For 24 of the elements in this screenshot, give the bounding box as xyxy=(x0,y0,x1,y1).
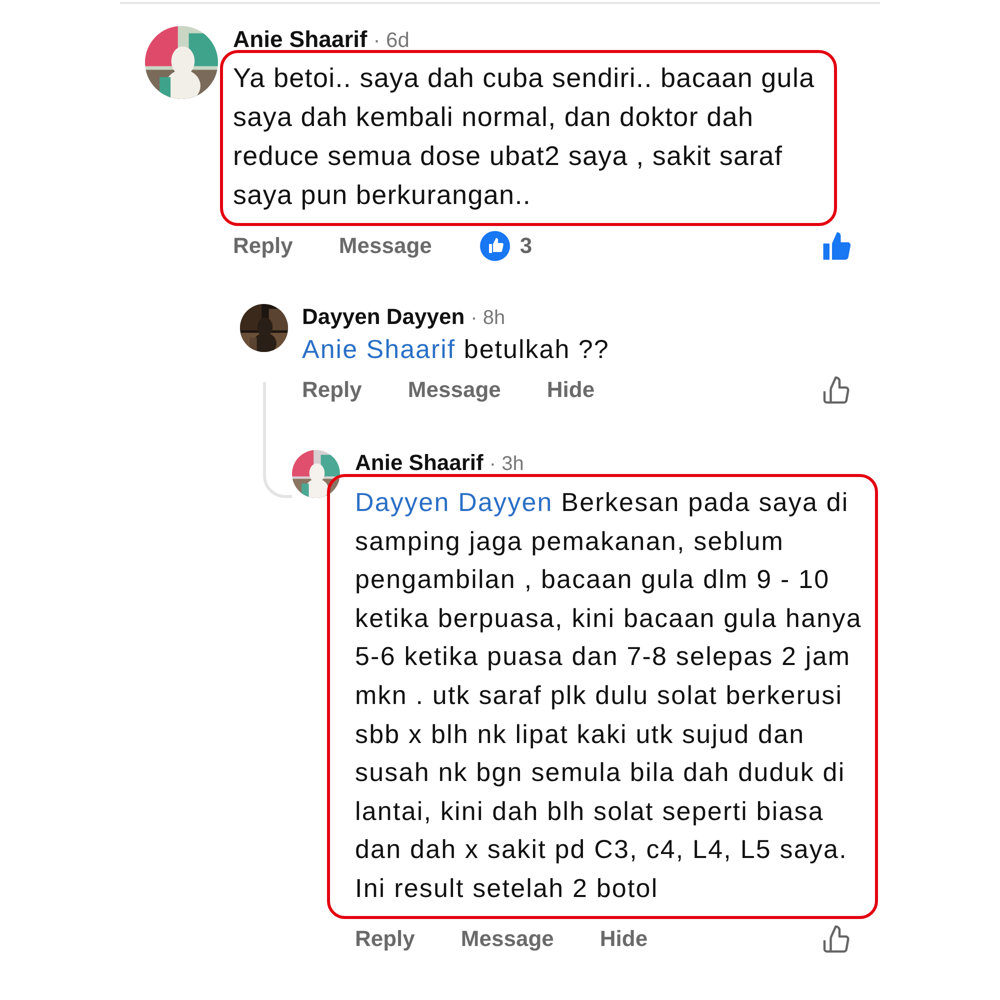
author-name[interactable]: Anie Shaarif xyxy=(355,450,484,476)
like-button[interactable] xyxy=(822,924,852,954)
comment-text: Anie Shaarif betulkah ?? xyxy=(302,334,610,364)
comment-time: · 6d xyxy=(373,29,410,53)
reaction-count: 3 xyxy=(520,233,532,259)
comment-time: · 8h xyxy=(470,307,506,330)
comment-time: · 3h xyxy=(489,453,524,476)
mention-link[interactable]: Dayyen Dayyen xyxy=(355,487,553,517)
reply-link[interactable]: Reply xyxy=(233,233,293,259)
message-link[interactable]: Message xyxy=(408,377,501,403)
mention-link[interactable]: Anie Shaarif xyxy=(302,334,456,364)
author-name[interactable]: Dayyen Dayyen xyxy=(302,304,465,330)
comment-text: Ya betoi.. saya dah cuba sendiri.. bacaan gula saya dah kembali normal, dan doktor dah reduce semua dose ubat2 saya , sakit saraf saya pun berkurangan.. xyxy=(233,63,815,210)
message-link[interactable]: Message xyxy=(338,233,432,259)
hide-link[interactable]: Hide xyxy=(546,377,595,403)
like-button[interactable] xyxy=(822,231,852,261)
author-name[interactable]: Anie Shaarif xyxy=(233,26,368,53)
comment-text: Dayyen Dayyen Berkesan pada saya di samping jaga pemakanan, seblum pengambilan , bacaan gula dlm 9 - 10 ketika berpuasa, kini bacaan gula hanya 5-6 ketika puasa dan 7-8 selepas 2 jam mkn . utk saraf plk dulu solat berkerusi sbb x blh nk lipat kaki utk sujud dan susah nk bgn semula bila dah duduk di lantai, kini dah blh solat seperti biasa dan dah x sakit pd C3, c4, L4, L5 saya. Ini result setelah 2 botol xyxy=(355,487,862,903)
hide-link[interactable]: Hide xyxy=(600,926,648,952)
message-link[interactable]: Message xyxy=(460,926,554,952)
like-reaction-icon xyxy=(480,231,510,261)
reply-link[interactable]: Reply xyxy=(355,926,415,952)
like-button[interactable] xyxy=(822,375,852,405)
reply-link[interactable]: Reply xyxy=(302,377,362,403)
